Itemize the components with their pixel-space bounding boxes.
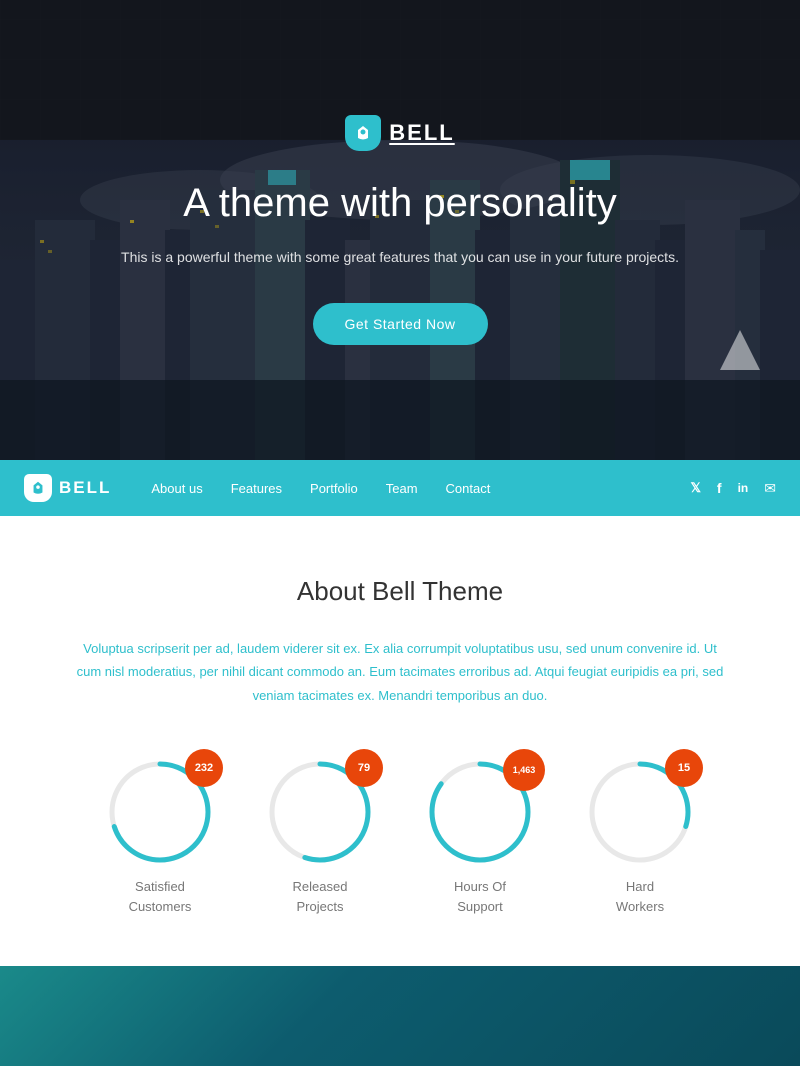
about-title: About Bell Theme — [60, 576, 740, 607]
stat-item-customers: 232 SatisfiedCustomers — [105, 757, 215, 916]
stat-circle-workers: 15 — [585, 757, 695, 867]
get-started-button[interactable]: Get Started Now — [313, 303, 488, 345]
stat-item-support: 1,463 Hours OfSupport — [425, 757, 535, 916]
stat-label-workers: HardWorkers — [616, 877, 664, 916]
about-text-link: Eum tacimates erroribus ad. — [369, 664, 532, 679]
stat-circle-support: 1,463 — [425, 757, 535, 867]
linkedin-icon[interactable]: in — [738, 481, 749, 495]
nav-link-team[interactable]: Team — [386, 481, 418, 496]
stat-circle-projects: 79 — [265, 757, 375, 867]
stat-badge-support: 1,463 — [503, 749, 545, 791]
stat-badge-customers: 232 — [185, 749, 223, 787]
hero-title: A theme with personality — [183, 181, 617, 226]
nav-link-contact[interactable]: Contact — [446, 481, 491, 496]
stat-circle-customers: 232 — [105, 757, 215, 867]
about-section: About Bell Theme Voluptua scripserit per… — [0, 516, 800, 966]
about-text: Voluptua scripserit per ad, laudem vider… — [70, 637, 730, 707]
nav-logo-icon — [24, 474, 52, 502]
stat-badge-workers: 15 — [665, 749, 703, 787]
twitter-icon[interactable]: 𝕏 — [690, 480, 700, 496]
stat-item-workers: 15 HardWorkers — [585, 757, 695, 916]
stat-label-projects: ReleasedProjects — [293, 877, 348, 916]
stats-row: 232 SatisfiedCustomers 79 ReleasedProjec… — [60, 757, 740, 916]
stat-label-customers: SatisfiedCustomers — [129, 877, 192, 916]
nav-link-features[interactable]: Features — [231, 481, 282, 496]
navbar: BELL About us Features Portfolio Team Co… — [0, 460, 800, 516]
hero-background — [0, 0, 800, 460]
nav-logo-text: BELL — [59, 478, 111, 498]
nav-links: About us Features Portfolio Team Contact — [151, 481, 690, 496]
nav-socials: 𝕏 f in ✉ — [690, 480, 776, 497]
nav-link-about[interactable]: About us — [151, 481, 202, 496]
hero-logo-text: BELL — [389, 120, 454, 146]
stat-label-support: Hours OfSupport — [454, 877, 506, 916]
facebook-icon[interactable]: f — [717, 480, 722, 496]
nav-logo: BELL — [24, 474, 111, 502]
hero-section: BELL A theme with personality This is a … — [0, 0, 800, 460]
hero-subtitle: This is a powerful theme with some great… — [121, 246, 679, 268]
stat-item-projects: 79 ReleasedProjects — [265, 757, 375, 916]
hero-logo: BELL — [345, 115, 454, 151]
footer-teal — [0, 966, 800, 1066]
hero-logo-icon — [345, 115, 381, 151]
email-icon[interactable]: ✉ — [764, 480, 776, 497]
nav-link-portfolio[interactable]: Portfolio — [310, 481, 358, 496]
stat-badge-projects: 79 — [345, 749, 383, 787]
